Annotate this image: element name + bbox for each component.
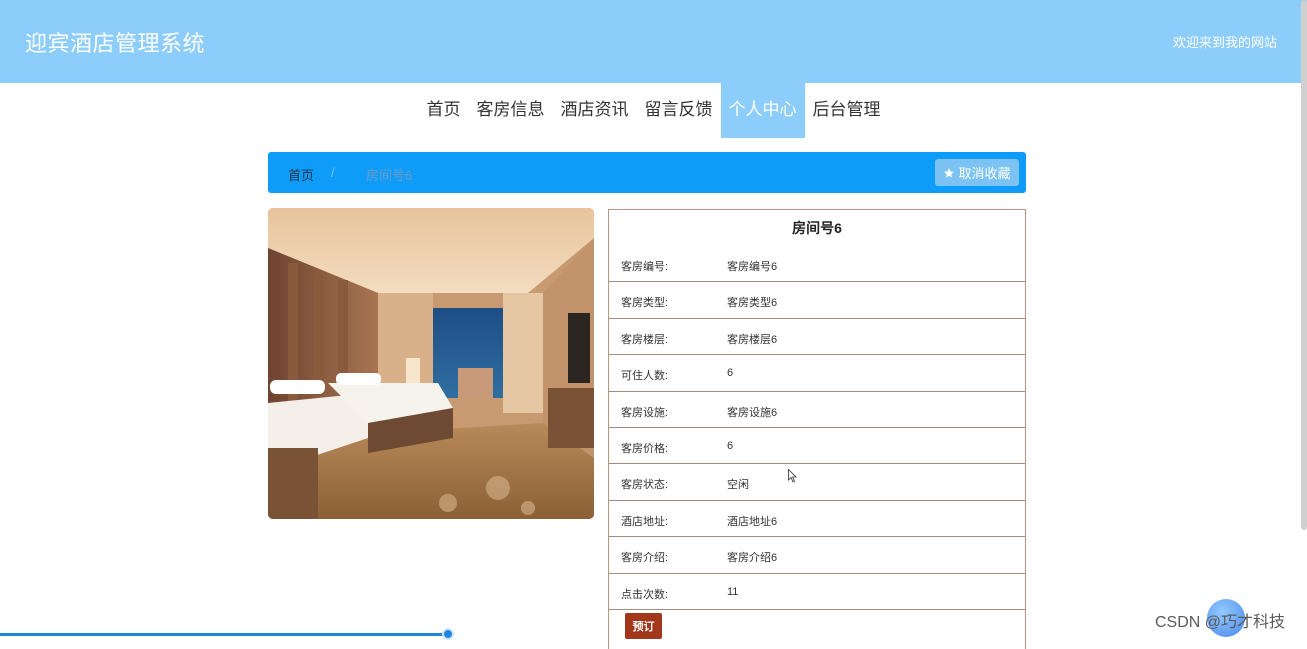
detail-row-label: 客房设施: [621, 406, 669, 419]
progress-bar [0, 633, 448, 636]
detail-row-value: 酒店地址6 [727, 515, 778, 528]
room-photo [268, 208, 594, 519]
site-title: 迎宾酒店管理系统 [25, 31, 206, 56]
detail-row-label: 客房楼层: [621, 333, 669, 346]
main-nav: 首页 客房信息 酒店资讯 留言反馈 个人中心 后台管理 [0, 83, 1307, 138]
detail-row-label: 可住人数: [621, 370, 669, 383]
detail-row: 客房介绍: 客房介绍6 [609, 537, 1025, 574]
detail-row-label: 客房类型: [621, 297, 669, 310]
site-header: 迎宾酒店管理系统 欢迎来到我的网站 [0, 0, 1307, 83]
detail-row-value: 客房类型6 [727, 297, 778, 310]
nav-item-0[interactable]: 首页 [419, 83, 469, 138]
nav-item-5[interactable]: 后台管理 [805, 83, 889, 138]
detail-row-label: 点击次数: [621, 588, 669, 601]
detail-row-value: 客房设施6 [727, 406, 778, 419]
detail-row-label: 客房介绍: [621, 552, 669, 565]
watermark-text: CSDN @巧才科技 [1155, 614, 1286, 631]
detail-row-value: 空闲 [727, 479, 749, 492]
detail-row: 客房设施: 客房设施6 [609, 392, 1025, 428]
detail-row: 客房类型: 客房类型6 [609, 282, 1025, 319]
unfavorite-label: 取消收藏 [958, 166, 1011, 181]
detail-row-label: 酒店地址: [621, 515, 669, 528]
book-button[interactable]: 预订 [625, 613, 662, 639]
detail-row: 客房状态: 空闲 [609, 464, 1025, 501]
mouse-cursor-icon [788, 469, 797, 483]
detail-row-label: 客房编号: [621, 261, 669, 273]
room-title: 房间号6 [792, 220, 842, 236]
breadcrumb-separator: / [331, 165, 335, 180]
detail-row: 可住人数: 6 [609, 355, 1025, 392]
detail-row-label: 客房状态: [621, 479, 669, 492]
detail-row-value: 6 [727, 439, 734, 452]
breadcrumb-bar: 首页 / 房间号6 取消收藏 [268, 152, 1026, 193]
page-scrollbar[interactable] [1301, 0, 1307, 530]
welcome-text: 欢迎来到我的网站 [1172, 35, 1277, 50]
nav-item-1[interactable]: 客房信息 [469, 83, 553, 138]
detail-row-value: 11 [727, 585, 739, 598]
detail-row: 客房编号: 客房编号6 [609, 246, 1025, 283]
detail-row: 客房价格: 6 [609, 428, 1025, 465]
detail-row-value: 客房楼层6 [727, 333, 778, 346]
progress-handle[interactable] [442, 628, 454, 640]
detail-row: 点击次数: 11 [609, 574, 1025, 610]
nav-item-3[interactable]: 留言反馈 [637, 83, 721, 138]
nav-item-4[interactable]: 个人中心 [720, 83, 805, 138]
room-photo-illustration [268, 208, 594, 519]
star-icon [944, 167, 955, 178]
detail-row-label: 客房价格: [621, 442, 669, 455]
detail-row: 酒店地址: 酒店地址6 [609, 501, 1025, 538]
detail-row-value: 6 [727, 367, 734, 380]
unfavorite-button[interactable]: 取消收藏 [935, 159, 1019, 186]
detail-row-value: 客房介绍6 [727, 552, 778, 565]
breadcrumb-current: 房间号6 [366, 168, 413, 183]
breadcrumb-home-link[interactable]: 首页 [288, 165, 314, 184]
room-detail-panel: 房间号6 客房编号: 客房编号6 客房类型: 客房类型6 客房楼层: 客房楼层6 可住人数:… [608, 209, 1026, 649]
detail-row-value: 客房编号6 [727, 261, 778, 273]
detail-row: 客房楼层: 客房楼层6 [609, 319, 1025, 356]
nav-item-2[interactable]: 酒店资讯 [553, 83, 637, 138]
